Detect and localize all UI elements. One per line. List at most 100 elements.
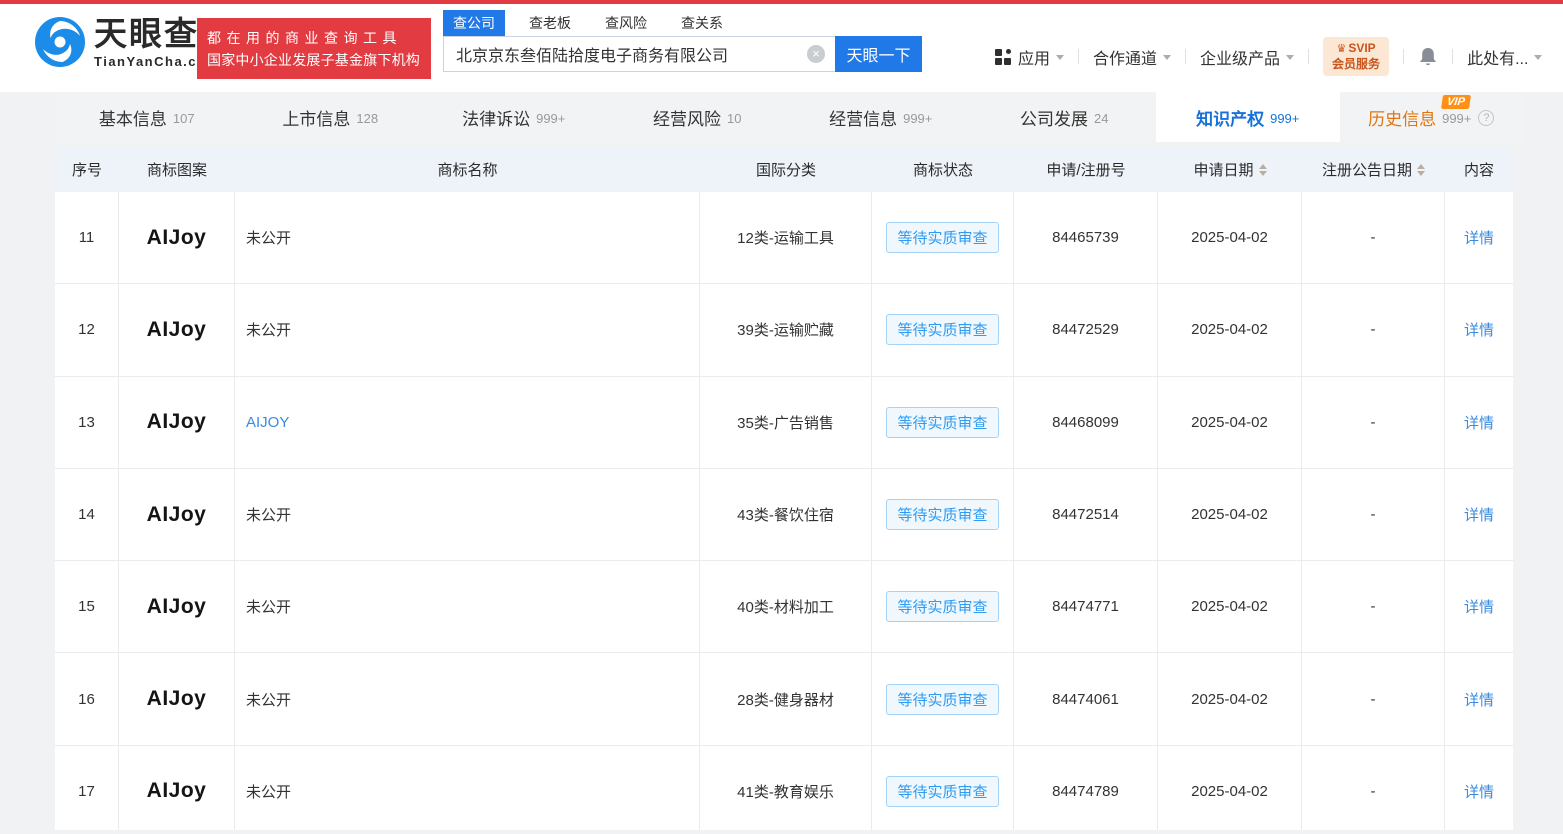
intl-class: 40类-材料加工	[700, 561, 872, 653]
chevron-down-icon	[1534, 54, 1543, 64]
trademark-image[interactable]: AIJoy	[119, 745, 235, 830]
detail-link[interactable]: 详情	[1464, 781, 1494, 802]
sort-desc-icon	[1258, 170, 1267, 180]
trademark-table: 序号 商标图案 商标名称 国际分类 商标状态 申请/注册号 申请日期 注册公告日…	[55, 147, 1513, 830]
search-tab-relation[interactable]: 查关系	[671, 10, 733, 36]
search-tab-risk[interactable]: 查风险	[595, 10, 657, 36]
apply-date: 2025-04-02	[1158, 745, 1302, 830]
table-row: 14 AIJoy 未公开 43类-餐饮住宿 等待实质审查 84472514 20…	[55, 468, 1513, 562]
tab-listing-info[interactable]: 上市信息 128	[239, 92, 423, 142]
trademark-image[interactable]: AIJoy	[119, 376, 235, 468]
trademark-image[interactable]: AIJoy	[119, 284, 235, 376]
trademark-status: 等待实质审查	[872, 745, 1014, 830]
nav-cooperation[interactable]: 合作通道	[1093, 45, 1172, 69]
detail-link[interactable]: 详情	[1464, 596, 1494, 617]
status-badge: 等待实质审查	[886, 591, 999, 623]
sort-icons[interactable]	[1417, 160, 1425, 180]
col-header-content: 内容	[1463, 162, 1494, 179]
nav-user-label: 此处有...	[1467, 50, 1529, 68]
col-header-status: 商标状态	[912, 162, 973, 179]
tab-operation-risk[interactable]: 经营风险 10	[606, 92, 790, 142]
trademark-name[interactable]: AIJOY	[235, 376, 700, 468]
row-index: 13	[55, 376, 119, 468]
reg-number: 84474789	[1014, 745, 1158, 830]
apply-date: 2025-04-02	[1158, 653, 1302, 745]
search-box: 查公司 查老板 查风险 查关系 × 天眼一下	[443, 10, 922, 72]
row-index: 12	[55, 284, 119, 376]
trademark-status: 等待实质审查	[872, 376, 1014, 468]
detail-link[interactable]: 详情	[1464, 504, 1494, 525]
chevron-down-icon	[1286, 54, 1295, 64]
detail-link[interactable]: 详情	[1464, 319, 1494, 340]
trademark-name-link[interactable]: AIJOY	[246, 414, 289, 431]
trademark-image[interactable]: AIJoy	[119, 192, 235, 284]
search-button[interactable]: 天眼一下	[835, 36, 922, 72]
col-header-apply-date[interactable]: 申请日期	[1158, 159, 1302, 180]
announce-date: -	[1302, 376, 1445, 468]
tab-intellectual-property[interactable]: 知识产权 999+	[1156, 92, 1340, 142]
svip-member-service-badge[interactable]: ♛ SVIP 会员服务	[1323, 37, 1390, 76]
slogan-line2: 国家中小企业发展子基金旗下机构	[207, 52, 420, 68]
help-icon[interactable]: ?	[1478, 110, 1495, 126]
tianyancha-logo[interactable]: 天眼查 TianYanCha.com	[34, 16, 220, 68]
crown-icon: ♛	[1336, 43, 1347, 55]
table-header-row: 序号 商标图案 商标名称 国际分类 商标状态 申请/注册号 申请日期 注册公告日…	[55, 147, 1513, 192]
table-row: 12 AIJoy 未公开 39类-运输贮藏 等待实质审查 84472529 20…	[55, 284, 1513, 377]
detail-cell: 详情	[1445, 746, 1513, 830]
table-row: 11 AIJoy 未公开 12类-运输工具 等待实质审查 84465739 20…	[55, 192, 1513, 285]
nav-apps-label: 应用	[1018, 50, 1051, 68]
apply-date: 2025-04-02	[1158, 284, 1302, 376]
table-row: 13 AIJoy AIJOY 35类-广告销售 等待实质审查 84468099 …	[55, 376, 1513, 469]
intl-class: 43类-餐饮住宿	[700, 468, 872, 561]
nav-apps[interactable]: 应用	[995, 45, 1065, 69]
detail-cell: 详情	[1445, 192, 1513, 283]
col-header-announce-date[interactable]: 注册公告日期	[1302, 159, 1445, 180]
table-row: 15 AIJoy 未公开 40类-材料加工 等待实质审查 84474771 20…	[55, 561, 1513, 654]
apply-date: 2025-04-02	[1158, 468, 1302, 561]
search-input[interactable]	[443, 36, 835, 72]
trademark-image[interactable]: AIJoy	[119, 468, 235, 561]
notification-bell-button[interactable]	[1418, 46, 1438, 68]
trademark-image[interactable]: AIJoy	[119, 653, 235, 745]
status-badge: 等待实质审查	[886, 406, 999, 438]
tab-basic-info[interactable]: 基本信息 107	[55, 92, 239, 142]
chevron-down-icon	[1163, 54, 1172, 64]
bell-icon	[1420, 47, 1437, 65]
reg-number: 84474061	[1014, 653, 1158, 745]
apps-grid-icon	[995, 48, 1011, 65]
tab-legal-litigation[interactable]: 法律诉讼 999+	[422, 92, 606, 142]
intl-class: 41类-教育娱乐	[700, 745, 872, 830]
trademark-status: 等待实质审查	[872, 653, 1014, 745]
sort-asc-icon	[1417, 160, 1425, 169]
detail-link[interactable]: 详情	[1464, 412, 1494, 433]
reg-number: 84472529	[1014, 284, 1158, 376]
detail-cell: 详情	[1445, 653, 1513, 744]
svip-label: SVIP	[1348, 41, 1376, 55]
search-tab-boss[interactable]: 查老板	[519, 10, 581, 36]
trademark-status: 等待实质审查	[872, 192, 1014, 284]
nav-user-menu[interactable]: 此处有...	[1467, 45, 1543, 69]
row-index: 14	[55, 468, 119, 561]
clear-icon[interactable]: ×	[807, 45, 825, 63]
announce-date: -	[1302, 284, 1445, 376]
nav-divider	[1403, 49, 1405, 64]
trademark-image[interactable]: AIJoy	[119, 561, 235, 653]
tab-history-info[interactable]: VIP 历史信息 999+ ?	[1340, 92, 1524, 142]
detail-link[interactable]: 详情	[1464, 689, 1494, 710]
trademark-status: 等待实质审查	[872, 468, 1014, 561]
status-badge: 等待实质审查	[886, 314, 999, 346]
trademark-name: 未公开	[235, 745, 700, 830]
tab-company-development[interactable]: 公司发展 24	[973, 92, 1157, 142]
tab-operation-info[interactable]: 经营信息 999+	[789, 92, 973, 142]
nav-enterprise-products[interactable]: 企业级产品	[1200, 45, 1295, 69]
detail-link[interactable]: 详情	[1464, 227, 1494, 248]
sort-icons[interactable]	[1258, 160, 1267, 180]
apply-date: 2025-04-02	[1158, 192, 1302, 284]
chevron-down-icon	[1056, 54, 1065, 64]
trademark-name: 未公开	[235, 284, 700, 376]
trademark-name: 未公开	[235, 192, 700, 284]
tianyancha-eye-icon	[35, 17, 85, 67]
trademark-status: 等待实质审查	[872, 284, 1014, 376]
search-tab-company[interactable]: 查公司	[443, 10, 505, 36]
reg-number: 84474771	[1014, 561, 1158, 653]
